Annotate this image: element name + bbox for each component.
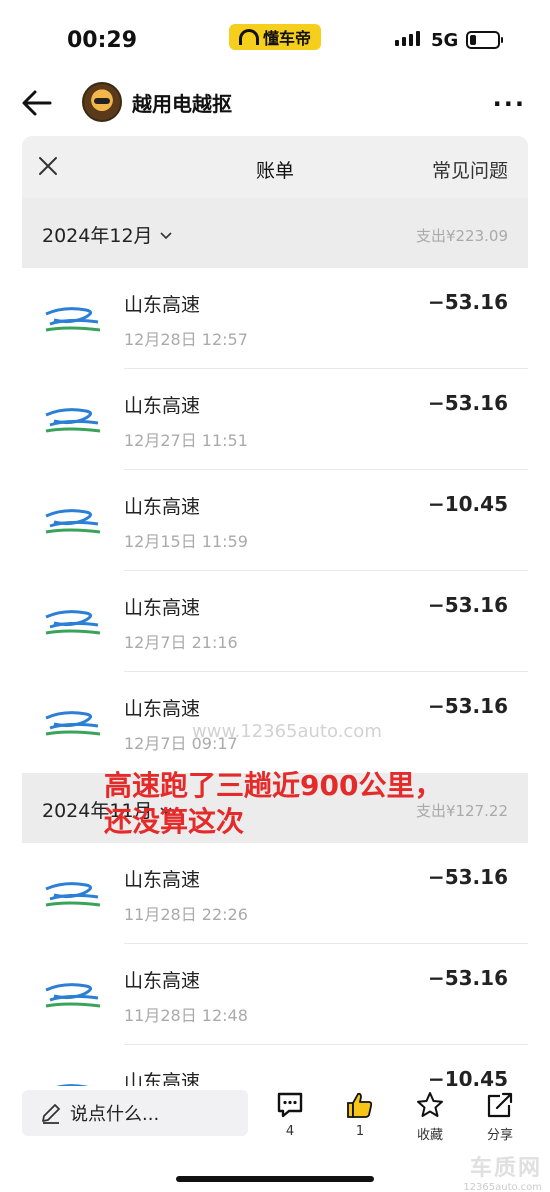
- merchant-name: 山东高速: [124, 496, 201, 518]
- faq-link[interactable]: 常见问题: [432, 156, 508, 183]
- chevron-down-icon: [159, 231, 172, 239]
- comment-input[interactable]: 说点什么...: [22, 1090, 248, 1136]
- battery-icon: [466, 31, 503, 49]
- top-nav: 越用电越抠 ···: [0, 78, 550, 128]
- list-item[interactable]: 山东高速 12月15日 11:59 −10.45: [22, 470, 528, 571]
- network-type: 5G: [431, 30, 459, 51]
- merchant-name: 山东高速: [124, 597, 201, 619]
- watermark: www.12365auto.com: [192, 721, 382, 742]
- month-header[interactable]: 2024年12月 支出¥223.09: [22, 198, 528, 268]
- merchant-name: 山东高速: [124, 698, 201, 720]
- list-item[interactable]: 山东高速 12月7日 21:16 −53.16: [22, 571, 528, 672]
- more-menu-icon[interactable]: ···: [493, 90, 526, 118]
- favorite-label: 收藏: [416, 1128, 443, 1143]
- annotation-text: 高速跑了三趟近900公里， 还没算这次: [104, 768, 442, 840]
- transaction-time: 12月28日 12:57: [124, 330, 248, 349]
- comment-bubble-icon: [277, 1092, 303, 1118]
- share-label: 分享: [486, 1128, 513, 1143]
- transaction-amount: −53.16: [427, 966, 508, 990]
- bill-screenshot: 账单 常见问题 2024年12月 支出¥223.09 山东高速 12月28日 1…: [22, 136, 528, 1086]
- highway-logo-icon: [45, 610, 101, 635]
- transaction-amount: −53.16: [427, 290, 508, 314]
- highway-logo-icon: [45, 408, 101, 433]
- star-icon: [417, 1092, 443, 1117]
- status-bar: 00:29 懂车帝 5G: [0, 0, 550, 80]
- list-item[interactable]: 山东高速 11月28日 12:48 −53.16: [22, 944, 528, 1045]
- annotation-line-2: 还没算这次: [104, 805, 245, 838]
- like-button[interactable]: 1: [340, 1090, 380, 1139]
- signal-icon: [395, 31, 420, 46]
- home-indicator[interactable]: [176, 1176, 374, 1182]
- bottom-action-bar: 说点什么... 4 1 收藏 分享: [0, 1088, 550, 1148]
- like-count: 1: [355, 1124, 365, 1139]
- month-selector[interactable]: 2024年12月: [42, 221, 173, 248]
- merchant-name: 山东高速: [124, 294, 201, 316]
- comment-count: 4: [285, 1124, 295, 1139]
- share-icon: [487, 1092, 513, 1118]
- transaction-time: 12月7日 21:16: [124, 633, 238, 652]
- transaction-amount: −10.45: [427, 1067, 508, 1086]
- transaction-amount: −53.16: [427, 694, 508, 718]
- comment-button[interactable]: 4: [270, 1090, 310, 1139]
- transaction-amount: −53.16: [427, 391, 508, 415]
- app-badge-label: 懂车帝: [262, 29, 311, 48]
- transaction-amount: −53.16: [427, 865, 508, 889]
- highway-logo-icon: [45, 307, 101, 332]
- highway-logo-icon: [45, 509, 101, 534]
- site-logo-name: 车质网: [469, 1156, 542, 1181]
- pencil-icon: [42, 1104, 60, 1124]
- annotation-line-1: 高速跑了三趟近900公里，: [104, 769, 443, 802]
- transaction-time: 11月28日 22:26: [124, 905, 248, 924]
- list-item[interactable]: 山东高速 12月27日 11:51 −53.16: [22, 369, 528, 470]
- transaction-time: 11月28日 12:48: [124, 1006, 248, 1025]
- author-name[interactable]: 越用电越抠: [132, 88, 232, 117]
- list-item[interactable]: 山东高速 −10.45: [22, 1045, 528, 1086]
- transaction-time: 12月27日 11:51: [124, 431, 248, 450]
- transaction-amount: −53.16: [427, 593, 508, 617]
- month-total: 支出¥223.09: [415, 227, 508, 245]
- status-time: 00:29: [67, 28, 138, 53]
- app-badge[interactable]: 懂车帝: [229, 24, 321, 50]
- thumbs-up-icon: [347, 1092, 373, 1118]
- merchant-name: 山东高速: [124, 869, 201, 891]
- merchant-name: 山东高速: [124, 395, 201, 417]
- highway-logo-icon: [45, 882, 101, 907]
- highway-logo-icon: [45, 711, 101, 736]
- transaction-amount: −10.45: [427, 492, 508, 516]
- list-item[interactable]: 山东高速 11月28日 22:26 −53.16: [22, 843, 528, 944]
- transaction-time: 12月15日 11:59: [124, 532, 248, 551]
- highway-logo-icon: [56, 1084, 89, 1086]
- merchant-name: 山东高速: [124, 1071, 201, 1086]
- favorite-button[interactable]: 收藏: [410, 1090, 450, 1143]
- site-logo-url: 12365auto.com: [463, 1182, 542, 1192]
- avatar[interactable]: [82, 82, 122, 122]
- list-item[interactable]: 山东高速 12月28日 12:57 −53.16: [22, 268, 528, 369]
- back-arrow-icon[interactable]: [20, 86, 54, 120]
- merchant-name: 山东高速: [124, 970, 201, 992]
- comment-placeholder: 说点什么...: [70, 1104, 160, 1125]
- sheet-header: 账单 常见问题: [22, 136, 528, 198]
- site-logo: 车质网 12365auto.com: [463, 1150, 542, 1192]
- highway-logo-icon: [45, 983, 101, 1008]
- app-logo-icon: [238, 29, 259, 45]
- share-button[interactable]: 分享: [480, 1090, 520, 1143]
- month-label: 2024年12月: [42, 225, 153, 247]
